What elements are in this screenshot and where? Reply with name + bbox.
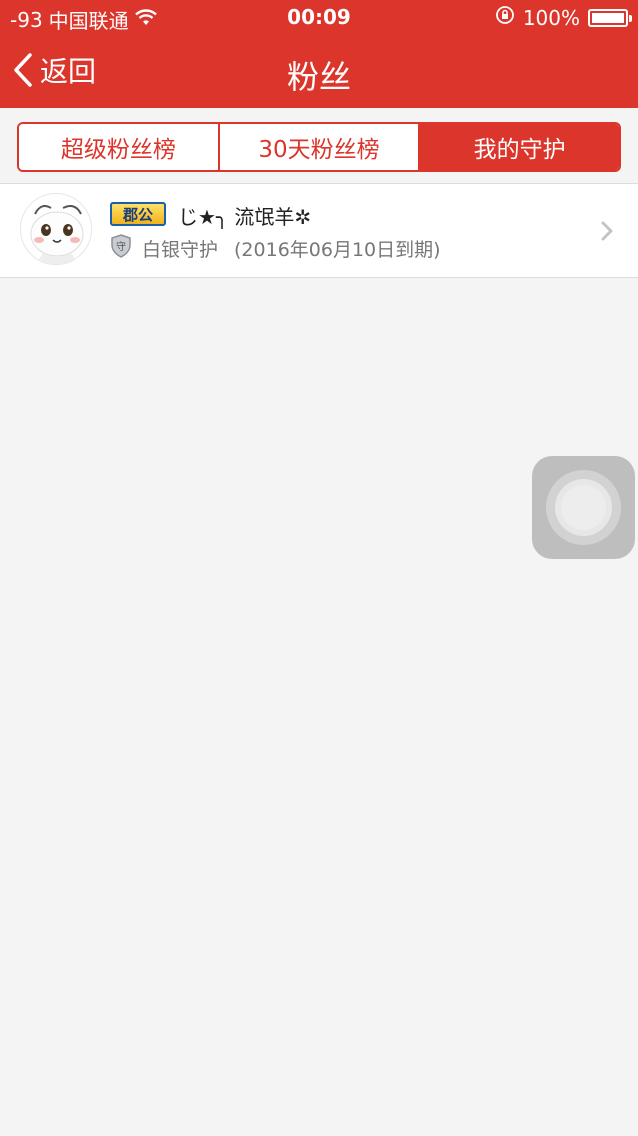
tab-bar-container: 超级粉丝榜 30天粉丝榜 我的守护 [0, 108, 638, 184]
tab-super-fans[interactable]: 超级粉丝榜 [19, 124, 220, 170]
nav-bar: 返回 粉丝 [0, 36, 638, 108]
guard-expiry: (2016年06月10日到期) [234, 239, 441, 261]
tab-30day-fans[interactable]: 30天粉丝榜 [219, 124, 421, 170]
tab-my-guard[interactable]: 我的守护 [420, 124, 619, 170]
page-title: 粉丝 [286, 58, 351, 96]
assistive-touch-button[interactable] [532, 456, 635, 559]
user-name: じ★╮ 流氓羊✲ [178, 205, 312, 229]
chevron-right-icon [600, 220, 614, 246]
top-bar: -93 中国联通 00:09 100% 返回 粉丝 [0, 0, 638, 108]
status-right: 100% [495, 5, 632, 30]
svg-text:守: 守 [116, 240, 126, 253]
guard-level: 白银守护 [142, 239, 219, 261]
assistive-touch-ring-inner [561, 485, 606, 530]
battery-percent: 100% [522, 5, 580, 30]
status-bar: -93 中国联通 00:09 100% [0, 0, 638, 36]
orientation-lock-icon [495, 5, 515, 30]
shield-icon: 守 [110, 234, 132, 263]
list-item[interactable]: 郡公 じ★╮ 流氓羊✲ 守 白银守护 (2016年06月10日到期) [0, 184, 638, 278]
rank-badge: 郡公 [110, 202, 166, 226]
guard-info: 守 白银守护 (2016年06月10日到期) [110, 234, 441, 263]
segmented-control: 超级粉丝榜 30天粉丝榜 我的守护 [17, 122, 621, 172]
avatar [20, 193, 92, 265]
battery-icon [588, 8, 632, 27]
